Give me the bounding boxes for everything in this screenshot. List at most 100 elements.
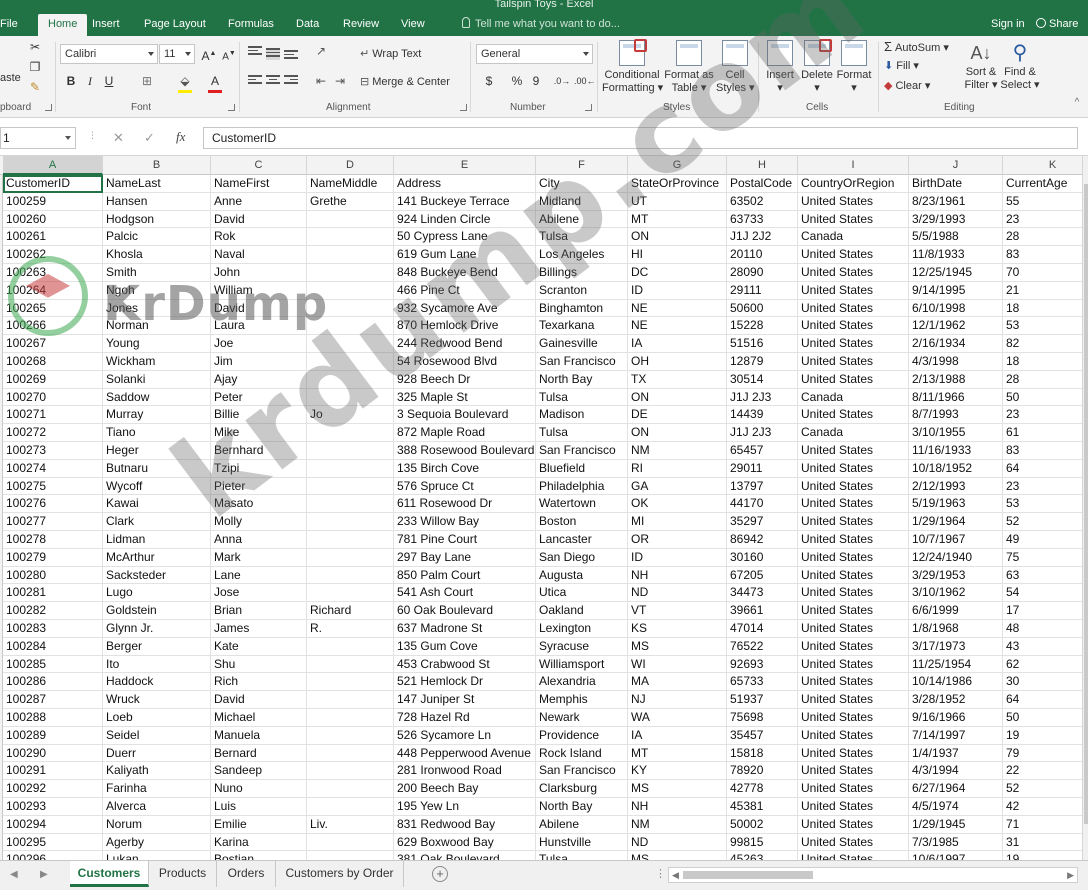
table-cell[interactable]: United States <box>798 370 909 389</box>
add-sheet-button[interactable]: + <box>432 866 448 882</box>
table-cell[interactable]: 48 <box>1003 620 1082 638</box>
table-cell[interactable]: NH <box>628 566 727 585</box>
table-cell[interactable]: Norum <box>103 815 211 834</box>
table-cell[interactable]: Bernard <box>211 744 307 763</box>
wrap-text-button[interactable]: ↵ Wrap Text <box>360 48 421 61</box>
sheet-tab-customers-by-order[interactable]: Customers by Order <box>276 861 404 887</box>
table-cell[interactable]: Tulsa <box>536 851 628 860</box>
table-cell[interactable]: 23 <box>1003 478 1082 496</box>
table-cell[interactable]: North Bay <box>536 798 628 816</box>
table-cell[interactable]: 6/27/1964 <box>909 780 1003 798</box>
table-cell[interactable] <box>307 673 394 692</box>
table-cell[interactable]: Bluefield <box>536 459 628 478</box>
column-header-k[interactable]: K <box>1003 156 1082 175</box>
merge-center-button[interactable]: ⊟ Merge & Center <box>360 76 450 89</box>
table-cell[interactable]: Kawai <box>103 495 211 514</box>
table-cell[interactable]: McArthur <box>103 548 211 567</box>
table-cell[interactable]: 45381 <box>727 798 798 816</box>
bottom-align-icon[interactable] <box>284 50 298 62</box>
table-cell[interactable]: Ajay <box>211 370 307 389</box>
table-cell[interactable]: 29111 <box>727 281 798 300</box>
table-cell[interactable]: 1/29/1945 <box>909 815 1003 834</box>
table-cell[interactable] <box>307 459 394 478</box>
table-cell[interactable]: NM <box>628 815 727 834</box>
table-cell[interactable]: 61 <box>1003 424 1082 442</box>
table-cell[interactable]: Smith <box>103 264 211 282</box>
increase-font-icon[interactable]: A▲ <box>200 45 218 63</box>
table-cell[interactable]: 100281 <box>3 584 103 603</box>
table-cell[interactable]: 100276 <box>3 495 103 514</box>
table-cell[interactable]: 453 Crabwood St <box>394 655 536 674</box>
currency-button[interactable]: $ <box>480 72 498 90</box>
table-cell[interactable]: IA <box>628 726 727 745</box>
table-cell[interactable]: WA <box>628 709 727 727</box>
table-cell[interactable]: 65457 <box>727 442 798 460</box>
cell-styles-button[interactable]: Cell Styles ▾ <box>716 40 755 95</box>
table-cell[interactable]: Lancaster <box>536 531 628 549</box>
table-cell[interactable]: 60 Oak Boulevard <box>394 602 536 620</box>
fill-button[interactable]: ⬇ Fill ▾ <box>884 60 919 73</box>
table-cell[interactable]: 76522 <box>727 637 798 656</box>
column-header-e[interactable]: E <box>394 156 536 175</box>
previous-sheet-icon[interactable]: ◀ <box>10 869 18 880</box>
table-cell[interactable]: Anna <box>211 531 307 549</box>
table-cell[interactable]: HI <box>628 246 727 264</box>
table-cell[interactable]: Mark <box>211 548 307 567</box>
table-cell[interactable]: 13797 <box>727 477 798 496</box>
table-cell[interactable]: J1J 2J3 <box>727 388 798 407</box>
table-cell[interactable]: Young <box>103 335 211 353</box>
tab-split-handle[interactable]: ⋮ <box>655 867 667 880</box>
table-cell[interactable]: 70 <box>1003 264 1082 282</box>
table-cell[interactable]: United States <box>798 780 909 798</box>
align-center-icon[interactable] <box>266 75 280 87</box>
table-cell[interactable]: 35297 <box>727 513 798 531</box>
formula-input[interactable]: CustomerID <box>203 127 1078 149</box>
table-cell[interactable]: United States <box>798 192 909 211</box>
table-cell[interactable]: Lukan <box>103 851 211 860</box>
header-cell[interactable]: StateOrProvince <box>628 175 727 193</box>
table-cell[interactable]: 2/12/1993 <box>909 477 1003 496</box>
table-cell[interactable]: Providence <box>536 726 628 745</box>
header-cell[interactable]: BirthDate <box>909 175 1003 193</box>
table-cell[interactable]: 7/14/1997 <box>909 726 1003 745</box>
table-cell[interactable]: United States <box>798 513 909 531</box>
table-cell[interactable]: 31 <box>1003 834 1082 852</box>
table-cell[interactable]: 325 Maple St <box>394 388 536 407</box>
table-cell[interactable]: Duerr <box>103 744 211 763</box>
table-cell[interactable]: 7/3/1985 <box>909 833 1003 852</box>
table-cell[interactable]: United States <box>798 317 909 336</box>
header-cell[interactable]: NameFirst <box>211 175 307 193</box>
align-left-icon[interactable] <box>248 75 262 87</box>
table-cell[interactable]: MI <box>628 513 727 531</box>
table-cell[interactable]: 2/16/1934 <box>909 335 1003 353</box>
table-cell[interactable]: 100274 <box>3 459 103 478</box>
table-cell[interactable]: Alexandria <box>536 673 628 692</box>
table-cell[interactable] <box>307 228 394 247</box>
table-cell[interactable]: Karina <box>211 833 307 852</box>
table-cell[interactable] <box>307 246 394 264</box>
vertical-scroll-thumb[interactable] <box>1084 184 1088 824</box>
table-cell[interactable]: 6/6/1999 <box>909 602 1003 620</box>
table-cell[interactable]: 100286 <box>3 673 103 692</box>
table-cell[interactable] <box>307 210 394 229</box>
table-cell[interactable]: United States <box>798 584 909 603</box>
table-cell[interactable]: 100266 <box>3 317 103 336</box>
sort-filter-button[interactable]: A↓ Sort & Filter ▾ <box>962 40 1000 92</box>
table-cell[interactable]: Liv. <box>307 815 394 834</box>
table-cell[interactable]: 45263 <box>727 851 798 860</box>
table-cell[interactable]: 67205 <box>727 566 798 585</box>
table-cell[interactable]: 4/3/1998 <box>909 353 1003 371</box>
number-format-combo[interactable]: General <box>476 44 593 64</box>
table-cell[interactable]: KS <box>628 620 727 638</box>
table-cell[interactable]: 100263 <box>3 264 103 282</box>
table-cell[interactable]: United States <box>798 851 909 860</box>
table-cell[interactable]: 11/16/1933 <box>909 442 1003 460</box>
table-cell[interactable]: United States <box>798 531 909 549</box>
table-cell[interactable]: 35457 <box>727 726 798 745</box>
table-cell[interactable]: ID <box>628 281 727 300</box>
table-cell[interactable]: 62 <box>1003 656 1082 674</box>
table-cell[interactable] <box>307 709 394 727</box>
table-cell[interactable]: Richard <box>307 602 394 620</box>
format-cells-button[interactable]: Format ▾ <box>836 40 872 95</box>
table-cell[interactable]: Norman <box>103 317 211 336</box>
